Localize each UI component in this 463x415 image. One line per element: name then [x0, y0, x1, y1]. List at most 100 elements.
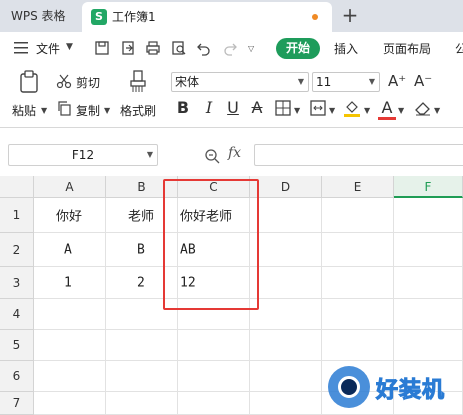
name-box[interactable]: F12 ▼ — [8, 144, 158, 166]
row-header-1[interactable]: 1 — [0, 198, 34, 233]
cell-c6[interactable] — [178, 361, 250, 392]
cell-a2[interactable]: A — [34, 233, 106, 267]
border-icon[interactable] — [275, 100, 291, 116]
column-header-f[interactable]: F — [394, 176, 463, 198]
copy-label[interactable]: 复制 — [76, 102, 100, 119]
fill-color-icon[interactable] — [343, 99, 361, 117]
document-tab[interactable]: S 工作簿1 — [82, 2, 332, 32]
cell-b5[interactable] — [106, 330, 178, 361]
font-color-chevron-icon[interactable]: ▼ — [398, 106, 404, 115]
underline-button[interactable]: U — [226, 98, 240, 118]
row-header-6[interactable]: 6 — [0, 361, 34, 392]
print-preview-icon[interactable] — [171, 40, 187, 56]
italic-button[interactable]: I — [202, 98, 216, 118]
cell-b7[interactable] — [106, 392, 178, 415]
cell-f3[interactable] — [394, 267, 463, 299]
column-header-b[interactable]: B — [106, 176, 178, 198]
cell-b1[interactable]: 老师 — [106, 198, 178, 233]
cell-f2[interactable] — [394, 233, 463, 267]
copy-chevron-icon[interactable]: ▼ — [104, 106, 110, 115]
cell-c5[interactable] — [178, 330, 250, 361]
copy-icon[interactable] — [56, 100, 72, 116]
cell-c4[interactable] — [178, 299, 250, 330]
column-header-c[interactable]: C — [178, 176, 250, 198]
cell-f5[interactable] — [394, 330, 463, 361]
cell-b6[interactable] — [106, 361, 178, 392]
strikethrough-button[interactable]: A — [250, 98, 264, 118]
merge-cells-icon[interactable] — [310, 100, 326, 116]
font-color-button[interactable]: A — [380, 98, 394, 118]
file-menu[interactable]: 文件 — [36, 40, 60, 57]
quick-access-more-icon[interactable]: ▽ — [248, 44, 254, 53]
paste-label[interactable]: 粘贴 — [12, 102, 36, 119]
paste-chevron-icon[interactable]: ▼ — [41, 106, 47, 115]
merge-chevron-icon[interactable]: ▼ — [329, 106, 335, 115]
undo-icon[interactable] — [196, 40, 212, 56]
export-icon[interactable] — [120, 40, 136, 56]
border-chevron-icon[interactable]: ▼ — [294, 106, 300, 115]
tab-formulas[interactable]: 公 — [455, 40, 463, 57]
format-painter-icon[interactable] — [128, 70, 148, 94]
chevron-down-icon[interactable]: ▼ — [66, 42, 73, 52]
tab-insert[interactable]: 插入 — [334, 40, 358, 57]
row-header-7[interactable]: 7 — [0, 392, 34, 415]
cell-c7[interactable] — [178, 392, 250, 415]
eraser-icon[interactable] — [414, 100, 432, 116]
app-brand[interactable]: WPS 表格 — [0, 0, 78, 32]
new-tab-button[interactable]: + — [340, 4, 360, 26]
cell-a5[interactable] — [34, 330, 106, 361]
cut-icon[interactable] — [56, 73, 72, 89]
cell-b2[interactable]: B — [106, 233, 178, 267]
row-header-5[interactable]: 5 — [0, 330, 34, 361]
zoom-icon[interactable] — [204, 148, 220, 164]
cell-f4[interactable] — [394, 299, 463, 330]
cell-a3[interactable]: 1 — [34, 267, 106, 299]
cell-a4[interactable] — [34, 299, 106, 330]
format-painter-label[interactable]: 格式刷 — [120, 102, 156, 119]
cell-d3[interactable] — [250, 267, 322, 299]
cell-e1[interactable] — [322, 198, 394, 233]
row-header-3[interactable]: 3 — [0, 267, 34, 299]
cell-c2[interactable]: AB — [178, 233, 250, 267]
column-header-e[interactable]: E — [322, 176, 394, 198]
cell-e4[interactable] — [322, 299, 394, 330]
function-icon[interactable]: fx — [228, 145, 241, 161]
column-header-a[interactable]: A — [34, 176, 106, 198]
increase-font-button[interactable]: A⁺ — [388, 72, 406, 90]
hamburger-icon[interactable] — [14, 41, 30, 55]
row-header-2[interactable]: 2 — [0, 233, 34, 267]
cell-d7[interactable] — [250, 392, 322, 415]
cut-label[interactable]: 剪切 — [76, 74, 100, 91]
cell-e3[interactable] — [322, 267, 394, 299]
cell-a1[interactable]: 你好 — [34, 198, 106, 233]
tab-page-layout[interactable]: 页面布局 — [383, 40, 431, 57]
cell-e5[interactable] — [322, 330, 394, 361]
paste-icon[interactable] — [18, 70, 40, 94]
cell-d1[interactable] — [250, 198, 322, 233]
fill-color-chevron-icon[interactable]: ▼ — [364, 106, 370, 115]
select-all-corner[interactable] — [0, 176, 34, 198]
cell-f1[interactable] — [394, 198, 463, 233]
cell-d2[interactable] — [250, 233, 322, 267]
cell-a7[interactable] — [34, 392, 106, 415]
tab-home[interactable]: 开始 — [276, 38, 320, 59]
cell-b3[interactable]: 2 — [106, 267, 178, 299]
cell-d4[interactable] — [250, 299, 322, 330]
save-icon[interactable] — [94, 40, 110, 56]
cell-d5[interactable] — [250, 330, 322, 361]
cell-a6[interactable] — [34, 361, 106, 392]
cell-e2[interactable] — [322, 233, 394, 267]
eraser-chevron-icon[interactable]: ▼ — [434, 106, 440, 115]
row-header-4[interactable]: 4 — [0, 299, 34, 330]
print-icon[interactable] — [145, 40, 161, 56]
cell-d6[interactable] — [250, 361, 322, 392]
font-name-select[interactable]: 宋体 ▼ — [171, 72, 309, 92]
bold-button[interactable]: B — [176, 98, 190, 118]
decrease-font-button[interactable]: A⁻ — [414, 72, 432, 90]
cell-b4[interactable] — [106, 299, 178, 330]
redo-icon[interactable] — [222, 40, 238, 56]
cell-c1[interactable]: 你好老师 — [178, 198, 250, 233]
column-header-d[interactable]: D — [250, 176, 322, 198]
cell-c3[interactable]: 12 — [178, 267, 250, 299]
formula-input[interactable] — [254, 144, 463, 166]
